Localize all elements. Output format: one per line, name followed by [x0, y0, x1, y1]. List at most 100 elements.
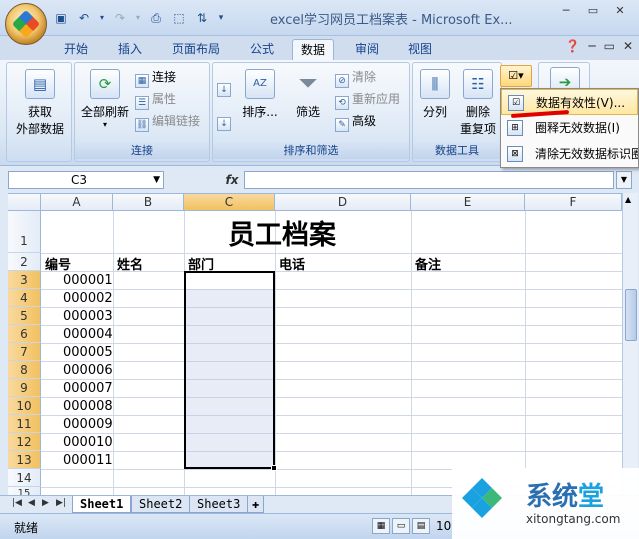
tab-page-layout[interactable]: 页面布局 [164, 39, 228, 60]
menu-item-data-validation[interactable]: ☑ 数据有效性(V)... [501, 89, 638, 115]
group-sort-filter: ↓ ↓ AZ 排序... ⏷ 筛选 ⊘ 清除 ⟲ 重新应用 ✎ 高级 排序和筛选 [212, 62, 410, 162]
expand-formula-bar-icon[interactable]: ▼ [616, 171, 632, 189]
column-header-e[interactable]: E [411, 194, 525, 211]
row-header-13[interactable]: 13 [8, 451, 41, 469]
edit-links-button[interactable]: ⛓ 编辑链接 [135, 111, 200, 132]
menu-item-clear-circles[interactable]: ⊠ 清除无效数据标识圈 [501, 141, 638, 167]
column-header-b[interactable]: B [113, 194, 184, 211]
row-header-5[interactable]: 5 [8, 307, 41, 325]
save-icon[interactable]: ▣ [52, 10, 70, 26]
group-data-tools: ⫼ 分列 ☷ 删除 重复项 数据工具 [412, 62, 502, 162]
column-header-a[interactable]: A [41, 194, 113, 211]
text-to-columns-label: 分列 [422, 105, 447, 119]
name-box[interactable]: C3 ▼ [8, 171, 164, 189]
column-header-d[interactable]: D [275, 194, 411, 211]
row-header-14[interactable]: 14 [8, 469, 41, 487]
customize-qat-icon[interactable]: ▾ [216, 10, 226, 26]
tab-home[interactable]: 开始 [56, 39, 96, 60]
tab-data[interactable]: 数据 [292, 39, 335, 60]
remove-duplicates-icon: ☷ [463, 69, 493, 99]
sort-button[interactable]: AZ 排序... [241, 69, 279, 120]
maximize-button[interactable]: ▭ [580, 2, 606, 20]
row-header-6[interactable]: 6 [8, 325, 41, 343]
cell-id: 000001 [63, 273, 113, 288]
watermark-url: xitongtang.com [526, 512, 621, 526]
row-header-11[interactable]: 11 [8, 415, 41, 433]
selected-range[interactable] [184, 271, 275, 469]
group-label-connections: 连接 [75, 143, 209, 159]
row-header-2[interactable]: 2 [8, 253, 41, 271]
sort-az-icon[interactable]: ⇅ [193, 10, 211, 26]
row-header-12[interactable]: 12 [8, 433, 41, 451]
row-header-10[interactable]: 10 [8, 397, 41, 415]
get-external-data-button[interactable]: ▤ 获取 外部数据 [11, 69, 69, 137]
close-button[interactable]: ✕ [607, 2, 633, 20]
tab-formulas[interactable]: 公式 [242, 39, 282, 60]
normal-view-icon[interactable]: ▦ [372, 518, 390, 534]
cell-id: 000008 [63, 399, 113, 414]
print-preview-icon[interactable]: ⎙ [147, 10, 165, 26]
select-all-corner[interactable] [8, 194, 41, 211]
row-header-4[interactable]: 4 [8, 289, 41, 307]
refresh-all-button[interactable]: ⟳ 全部刷新 ▾ [77, 69, 133, 129]
connections-button[interactable]: ▦ 连接 [135, 67, 176, 88]
page-break-view-icon[interactable]: ▤ [412, 518, 430, 534]
column-header-f[interactable]: F [525, 194, 622, 211]
sheet-tab-2[interactable]: Sheet2 [131, 496, 191, 513]
data-validation-dropdown-button[interactable]: ☑▾ [500, 65, 532, 87]
help-icon[interactable]: ❓ [565, 39, 580, 53]
clear-filter-button[interactable]: ⊘ 清除 [335, 67, 376, 88]
remove-duplicates-label-1: 删除 [465, 105, 490, 119]
text-to-columns-button[interactable]: ⫼ 分列 [415, 69, 455, 120]
redo-dropdown-icon[interactable]: ▾ [134, 10, 142, 26]
minimize-button[interactable]: ─ [553, 2, 579, 20]
ribbon-restore-icon[interactable]: ▭ [604, 39, 615, 53]
sheet-tab-3[interactable]: Sheet3 [189, 496, 249, 513]
menu-item-circle-invalid[interactable]: ⊞ 圈释无效数据(I) [501, 115, 638, 141]
row-header-9[interactable]: 9 [8, 379, 41, 397]
filter-button[interactable]: ⏷ 筛选 [287, 69, 329, 120]
first-sheet-icon[interactable]: |◀ [12, 498, 22, 508]
reapply-button[interactable]: ⟲ 重新应用 [335, 89, 400, 110]
office-button[interactable] [5, 3, 47, 45]
last-sheet-icon[interactable]: ▶| [56, 498, 66, 508]
column-header-c[interactable]: C [184, 194, 275, 211]
tab-view[interactable]: 视图 [400, 39, 440, 60]
insert-sheet-icon[interactable]: ✚ [247, 496, 265, 513]
next-sheet-icon[interactable]: ▶ [42, 498, 49, 508]
tab-review[interactable]: 审阅 [347, 39, 387, 60]
row-header-8[interactable]: 8 [8, 361, 41, 379]
page-layout-view-icon[interactable]: ▭ [392, 518, 410, 534]
sheet-title: 员工档案 [228, 220, 336, 251]
ribbon-minimize-icon[interactable]: ─ [588, 39, 595, 53]
row-header-7[interactable]: 7 [8, 343, 41, 361]
vertical-scrollbar[interactable]: ▲ [622, 193, 638, 495]
advanced-filter-icon: ✎ [335, 118, 349, 132]
prev-sheet-icon[interactable]: ◀ [28, 498, 35, 508]
row-header-3[interactable]: 3 [8, 271, 41, 289]
scroll-thumb[interactable] [625, 289, 637, 341]
cell-id: 000009 [63, 417, 113, 432]
fill-handle[interactable] [271, 465, 277, 471]
ribbon-close-icon[interactable]: ✕ [623, 39, 633, 53]
sort-desc-button[interactable]: ↓ [217, 111, 234, 131]
tab-insert[interactable]: 插入 [110, 39, 150, 60]
zoom-level[interactable]: 10 [436, 519, 451, 533]
undo-dropdown-icon[interactable]: ▾ [98, 10, 106, 26]
properties-button[interactable]: ☰ 属性 [135, 89, 176, 110]
database-icon: ▤ [25, 69, 55, 99]
sort-asc-button[interactable]: ↓ [217, 77, 234, 97]
row-header-1[interactable]: 1 [8, 211, 41, 253]
row-header-15[interactable]: 15 [8, 487, 41, 495]
select-icon[interactable]: ⬚ [170, 10, 188, 26]
scroll-up-icon[interactable]: ▲ [625, 195, 631, 204]
advanced-filter-button[interactable]: ✎ 高级 [335, 111, 376, 132]
sheet-tab-1[interactable]: Sheet1 [72, 496, 132, 513]
undo-icon[interactable]: ↶ [75, 10, 93, 26]
text-to-columns-icon: ⫼ [420, 69, 450, 99]
redo-icon[interactable]: ↷ [111, 10, 129, 26]
remove-duplicates-button[interactable]: ☷ 删除 重复项 [457, 69, 499, 137]
active-cell-c3[interactable] [186, 273, 273, 289]
formula-input[interactable] [244, 171, 614, 189]
insert-function-icon[interactable]: fx [222, 171, 242, 189]
